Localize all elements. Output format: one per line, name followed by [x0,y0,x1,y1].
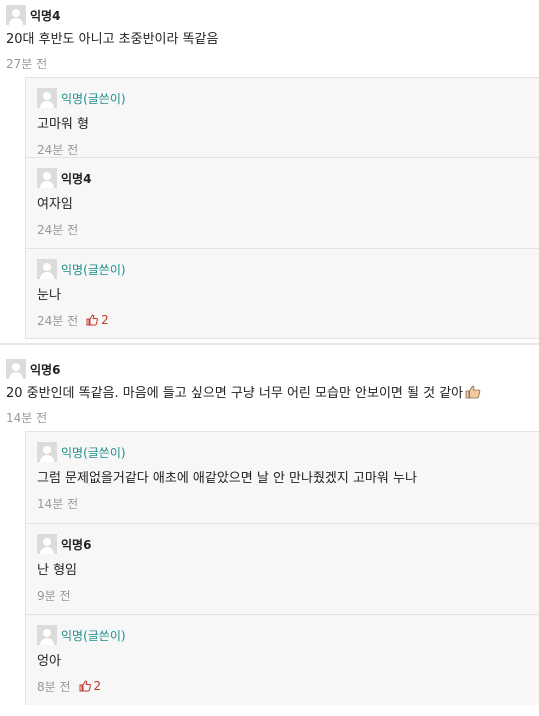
reply-text: 눈나 [37,288,61,303]
comment-meta: 27분 전 [6,55,539,71]
thumbs-up-icon [86,314,99,326]
reply-time: 24분 전 [37,313,79,328]
like-button[interactable]: 2 [86,313,109,327]
reply: 익명(글쓴이) 엉아 8분 전 2 [25,614,539,705]
reply-time: 14분 전 [37,496,79,511]
reply-meta: 24분 전 [37,141,539,157]
comment-text-line: 20 중반인데 똑같음. 마음에 들고 싶으면 구냥 너무 어린 모습만 안보이… [6,385,539,403]
comment-author[interactable]: 익명4 [30,7,60,24]
reply-header: 익명(글쓴이) [37,442,539,462]
reply: 익명(글쓴이) 눈나 24분 전 2 [25,248,539,339]
reply-meta: 9분 전 [37,587,539,603]
comment-list: 익명4 20대 후반도 아니고 초중반이라 똑같음 27분 전 익명(글쓴이) … [0,0,539,705]
comment-author[interactable]: 익명6 [30,361,60,378]
reply-author[interactable]: 익명(글쓴이) [61,90,126,107]
avatar-icon[interactable] [37,625,57,645]
reply-time: 9분 전 [37,588,71,603]
reply-header: 익명(글쓴이) [37,88,539,108]
reply-text: 고마워 형 [37,117,89,132]
avatar-icon[interactable] [37,259,57,279]
reply: 익명6 난 형임 9분 전 [25,523,539,614]
reply-author[interactable]: 익명(글쓴이) [61,444,126,461]
comment-header: 익명6 [6,359,539,379]
reply-time: 24분 전 [37,142,79,157]
like-count: 2 [93,679,102,693]
avatar-icon[interactable] [6,359,26,379]
reply: 익명(글쓴이) 그럼 문제없을거같다 애초에 애같았으면 날 안 만나줬겠지 고… [25,431,539,523]
reply-author[interactable]: 익명(글쓴이) [61,627,126,644]
reply-text: 그럼 문제없을거같다 애초에 애같았으면 날 안 만나줬겠지 고마워 누나 [37,471,417,486]
reply-header: 익명6 [37,534,539,554]
comment-header: 익명4 [6,5,539,25]
thumbs-up-icon [79,680,91,692]
avatar-icon[interactable] [37,88,57,108]
like-count: 2 [101,313,109,327]
thumbs-up-icon [465,385,481,399]
reply-time: 8분 전 [37,679,71,694]
comment: 익명4 20대 후반도 아니고 초중반이라 똑같음 27분 전 [0,0,539,71]
avatar-icon[interactable] [37,168,57,188]
reply-author[interactable]: 익명4 [61,170,91,187]
reply-text: 엉아 [37,654,61,669]
comment-text: 20대 후반도 아니고 초중반이라 똑같음 [6,32,219,47]
comment: 익명6 20 중반인데 똑같음. 마음에 들고 싶으면 구냥 너무 어린 모습만… [0,345,539,425]
avatar-icon[interactable] [6,5,26,25]
reply-text: 여자임 [37,197,73,212]
reply: 익명4 여자임 24분 전 [25,157,539,248]
reply-meta: 24분 전 [37,221,539,237]
reply-list: 익명(글쓴이) 고마워 형 24분 전 익명4 여자임 24분 전 익명(글쓴이… [25,77,539,339]
reply-text: 난 형임 [37,563,78,578]
reply-header: 익명(글쓴이) [37,259,539,279]
reply-time: 24분 전 [37,222,79,237]
reply: 익명(글쓴이) 고마워 형 24분 전 [25,77,539,157]
reply-meta: 24분 전 2 [37,312,539,328]
reply-list: 익명(글쓴이) 그럼 문제없을거같다 애초에 애같았으면 날 안 만나줬겠지 고… [25,431,539,705]
reply-author[interactable]: 익명(글쓴이) [61,261,126,278]
comment-text: 20 중반인데 똑같음. 마음에 들고 싶으면 구냥 너무 어린 모습만 안보이… [6,386,464,401]
comment-time: 27분 전 [6,56,48,71]
avatar-icon[interactable] [37,442,57,462]
reply-header: 익명4 [37,168,539,188]
reply-header: 익명(글쓴이) [37,625,539,645]
reply-author[interactable]: 익명6 [61,536,91,553]
avatar-icon[interactable] [37,534,57,554]
comment-time: 14분 전 [6,410,48,425]
comment-meta: 14분 전 [6,409,539,425]
reply-meta: 8분 전 2 [37,678,539,694]
like-button[interactable]: 2 [79,679,102,693]
reply-meta: 14분 전 [37,495,539,511]
